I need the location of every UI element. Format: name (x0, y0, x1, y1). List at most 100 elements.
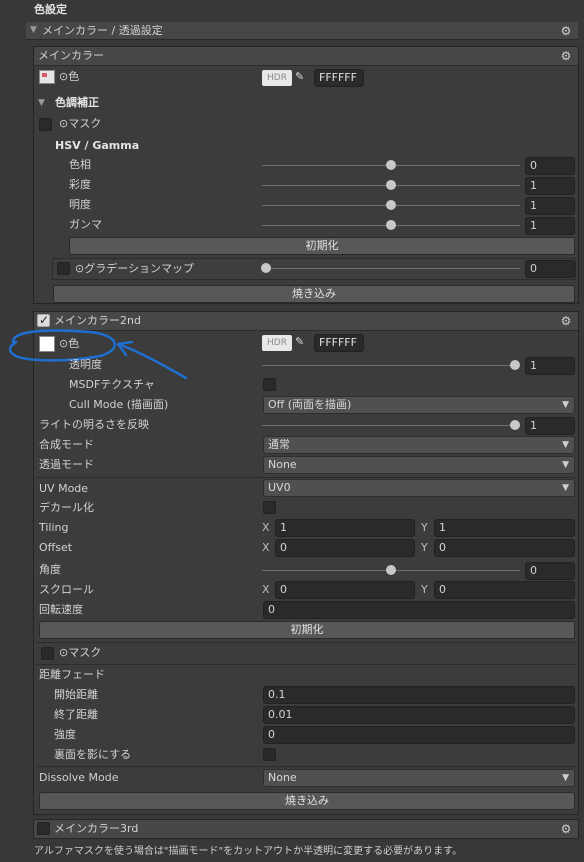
tone-foldout-arrow-icon[interactable]: ▼ (38, 98, 45, 108)
main-color-2nd-hex[interactable]: FFFFFF (314, 334, 364, 352)
hue-slider-handle[interactable] (386, 160, 396, 170)
divider (36, 477, 576, 478)
foldout-arrow-icon: ▼ (30, 25, 37, 35)
main-color-3rd-header[interactable]: メインカラー3rd ⚙ (33, 819, 579, 839)
gear-icon[interactable]: ⚙ (560, 50, 572, 62)
tiling-y-field[interactable]: 1 (434, 519, 575, 537)
divider (36, 664, 576, 665)
cull-mode-value: Off (両面を描画) (268, 398, 352, 411)
saturation-value[interactable]: 1 (525, 177, 575, 195)
gear-icon[interactable]: ⚙ (560, 823, 572, 835)
angle-label: 角度 (39, 563, 61, 576)
hsv-header: HSV / Gamma (55, 139, 140, 152)
saturation-label: 彩度 (69, 178, 91, 191)
tiling-y-label: Y (421, 521, 428, 534)
hue-label: 色相 (69, 158, 91, 171)
dissolve-mode-label: Dissolve Mode (39, 771, 119, 784)
angle-slider-handle[interactable] (386, 565, 396, 575)
chevron-down-icon: ▼ (562, 400, 569, 410)
gamma-slider-handle[interactable] (386, 220, 396, 230)
uv-mode-value: UV0 (268, 481, 291, 494)
scroll-y-field[interactable]: 0 (434, 581, 575, 599)
opacity-slider-handle[interactable] (510, 360, 520, 370)
msdf-checkbox[interactable] (263, 378, 276, 391)
light-value[interactable]: 1 (525, 417, 575, 435)
opacity-value[interactable]: 1 (525, 357, 575, 375)
scroll-x-field[interactable]: 0 (275, 581, 415, 599)
divider (36, 642, 576, 643)
start-distance-field[interactable]: 0.1 (263, 686, 575, 704)
alpha-mode-label: 透過モード (39, 458, 94, 471)
rotation-speed-field[interactable]: 0 (263, 601, 575, 619)
decal-checkbox[interactable] (263, 501, 276, 514)
chevron-down-icon: ▼ (562, 483, 569, 493)
uv-mode-dropdown[interactable]: UV0 ▼ (263, 479, 575, 497)
gamma-label: ガンマ (69, 218, 102, 231)
mask-2nd-checkbox[interactable] (41, 647, 54, 660)
brightness-label: 明度 (69, 198, 91, 211)
dissolve-mode-value: None (268, 771, 297, 784)
backface-shadow-label: 裏面を影にする (54, 748, 132, 761)
reset-button-2nd[interactable]: 初期化 (39, 621, 575, 639)
eyedropper-icon[interactable]: ✎ (295, 335, 309, 351)
main-color-header[interactable]: メインカラー ⚙ (34, 47, 578, 66)
chevron-down-icon: ▼ (562, 440, 569, 450)
blend-mode-value: 通常 (268, 438, 290, 451)
gradient-map-checkbox[interactable] (57, 262, 70, 275)
light-slider-handle[interactable] (510, 420, 520, 430)
tiling-x-field[interactable]: 1 (275, 519, 415, 537)
bake-button-2nd[interactable]: 焼き込み (39, 792, 575, 810)
light-label: ライトの明るさを反映 (39, 418, 149, 431)
main-foldout-header[interactable]: ▼ メインカラー / 透過設定 ⚙ (26, 22, 578, 40)
dissolve-mode-dropdown[interactable]: None ▼ (263, 769, 575, 787)
main-color-hex[interactable]: FFFFFF (314, 69, 364, 87)
strength-field[interactable]: 0 (263, 726, 575, 744)
chevron-down-icon: ▼ (562, 773, 569, 783)
opacity-slider-track[interactable] (262, 365, 520, 366)
mask-label: ⊙マスク (59, 117, 102, 130)
tone-header[interactable]: 色調補正 (55, 96, 99, 110)
scroll-label: スクロール (39, 583, 94, 596)
bake-button[interactable]: 焼き込み (53, 285, 575, 303)
hdr-badge: HDR (262, 70, 292, 86)
start-distance-label: 開始距離 (54, 688, 98, 701)
gear-icon[interactable]: ⚙ (560, 315, 572, 327)
offset-y-label: Y (421, 541, 428, 554)
offset-x-label: X (262, 541, 270, 554)
gear-icon[interactable]: ⚙ (560, 25, 572, 37)
alpha-mode-dropdown[interactable]: None ▼ (263, 456, 575, 474)
blend-mode-dropdown[interactable]: 通常 ▼ (263, 436, 575, 454)
alpha-mode-value: None (268, 458, 297, 471)
backface-shadow-checkbox[interactable] (263, 748, 276, 761)
gradient-map-label: ⊙グラデーションマップ (75, 262, 194, 275)
offset-x-field[interactable]: 0 (275, 539, 415, 557)
angle-value[interactable]: 0 (525, 562, 575, 580)
gamma-value[interactable]: 1 (525, 217, 575, 235)
main-color-3rd-enable-checkbox[interactable] (37, 822, 50, 835)
divider (36, 766, 576, 767)
strength-label: 強度 (54, 728, 76, 741)
light-slider-track[interactable] (262, 425, 520, 426)
main-color-label: ⊙色 (59, 70, 80, 83)
offset-y-field[interactable]: 0 (434, 539, 575, 557)
end-distance-field[interactable]: 0.01 (263, 706, 575, 724)
gradient-map-slider-track[interactable] (262, 268, 520, 269)
mask-checkbox[interactable] (39, 118, 52, 131)
tiling-x-label: X (262, 521, 270, 534)
chevron-down-icon: ▼ (562, 460, 569, 470)
saturation-slider-handle[interactable] (386, 180, 396, 190)
texture-thumbnail[interactable] (39, 70, 55, 84)
gradient-map-value[interactable]: 0 (525, 260, 575, 278)
cull-mode-dropdown[interactable]: Off (両面を描画) ▼ (263, 396, 575, 414)
brightness-value[interactable]: 1 (525, 197, 575, 215)
reset-button[interactable]: 初期化 (69, 237, 575, 255)
uv-mode-label: UV Mode (39, 482, 89, 495)
scroll-y-label: Y (421, 583, 428, 596)
eyedropper-icon[interactable]: ✎ (295, 70, 309, 86)
brightness-slider-handle[interactable] (386, 200, 396, 210)
end-distance-label: 終了距離 (54, 708, 98, 721)
hue-value[interactable]: 0 (525, 157, 575, 175)
gradient-map-slider-handle[interactable] (261, 263, 271, 273)
decal-label: デカール化 (39, 501, 94, 514)
section-title: 色設定 (34, 3, 67, 16)
